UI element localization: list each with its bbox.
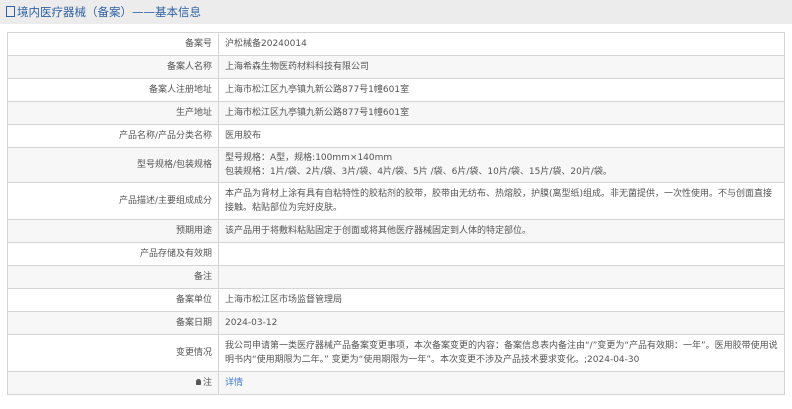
- page-title: 境内医疗器械（备案）——基本信息: [17, 5, 201, 19]
- row-label: 备注: [7, 265, 219, 289]
- table-row: 备案号 沪松械备20240014: [7, 32, 785, 56]
- row-value: 医用胶布: [218, 124, 785, 148]
- page-header: 境内医疗器械（备案）——基本信息: [0, 0, 792, 24]
- table-row: 注 详情: [7, 371, 785, 395]
- document-icon: [6, 6, 15, 17]
- table-row: 型号规格/包装规格 型号规格：A型，规格:100mm×140mm 包装规格：1片/袋…: [7, 147, 785, 183]
- table-row: 产品名称/产品分类名称 医用胶布: [7, 124, 785, 148]
- note-label: 注: [202, 378, 212, 388]
- row-label: 注: [7, 371, 219, 395]
- table-row: 产品描述/主要组成成分 本产品为背材上涂有具有自粘特性的胶粘剂的胶带，胶带由无纺布…: [7, 182, 785, 220]
- table-row: 预期用途 该产品用于将敷料粘贴固定于创面或将其他医疗器械固定到人体的特定部位。: [7, 219, 785, 243]
- row-label: 产品描述/主要组成成分: [7, 182, 219, 220]
- row-value: 上海市松江区九亭镇九新公路877号1幢601室: [218, 78, 785, 102]
- row-value: [218, 265, 785, 289]
- row-value: 上海市松江区市场监督管理局: [218, 288, 785, 312]
- pin-icon: [195, 379, 201, 385]
- table-row: 备案人名称 上海希森生物医药材料科技有限公司: [7, 55, 785, 79]
- row-value: 上海希森生物医药材料科技有限公司: [218, 55, 785, 79]
- row-value: 2024-03-12: [218, 311, 785, 335]
- table-row: 备案日期 2024-03-12: [7, 311, 785, 335]
- row-label: 型号规格/包装规格: [7, 147, 219, 183]
- table-row: 备案单位 上海市松江区市场监督管理局: [7, 288, 785, 312]
- row-label: 产品名称/产品分类名称: [7, 124, 219, 148]
- table-row: 产品存储及有效期: [7, 242, 785, 266]
- row-label: 产品存储及有效期: [7, 242, 219, 266]
- row-label: 生产地址: [7, 101, 219, 125]
- table-row: 备注: [7, 265, 785, 289]
- table-row: 变更情况 我公司申请第一类医疗器械产品备案变更事项，本次备案变更的内容：备案信息表…: [7, 334, 785, 372]
- row-value: 详情: [218, 371, 785, 395]
- table-row: 生产地址 上海市松江区九亭镇九新公路877号1幢601室: [7, 101, 785, 125]
- row-label: 预期用途: [7, 219, 219, 243]
- table-row: 备案人注册地址 上海市松江区九亭镇九新公路877号1幢601室: [7, 78, 785, 102]
- row-value: 沪松械备20240014: [218, 32, 785, 56]
- row-value: 该产品用于将敷料粘贴固定于创面或将其他医疗器械固定到人体的特定部位。: [218, 219, 785, 243]
- row-label: 备案人名称: [7, 55, 219, 79]
- row-label: 备案单位: [7, 288, 219, 312]
- details-link[interactable]: 详情: [225, 378, 243, 388]
- row-label: 备案号: [7, 32, 219, 56]
- row-value: 型号规格：A型，规格:100mm×140mm 包装规格：1片/袋、2片/袋、3片/…: [218, 147, 785, 183]
- model-spec: 型号规格：A型，规格:100mm×140mm: [225, 153, 393, 163]
- row-value: 上海市松江区九亭镇九新公路877号1幢601室: [218, 101, 785, 125]
- row-value: [218, 242, 785, 266]
- package-spec: 包装规格：1片/袋、2片/袋、3片/袋、4片/袋、5片 /袋、6片/袋、10片/…: [225, 167, 612, 177]
- info-table: 备案号 沪松械备20240014 备案人名称 上海希森生物医药材料科技有限公司 备案…: [7, 32, 785, 395]
- row-value: 本产品为背材上涂有具有自粘特性的胶粘剂的胶带，胶带由无纺布、热熔胶，护膜(离型纸…: [218, 182, 785, 220]
- row-label: 变更情况: [7, 334, 219, 372]
- row-label: 备案人注册地址: [7, 78, 219, 102]
- row-label: 备案日期: [7, 311, 219, 335]
- row-value: 我公司申请第一类医疗器械产品备案变更事项，本次备案变更的内容：备案信息表内备注由…: [218, 334, 785, 372]
